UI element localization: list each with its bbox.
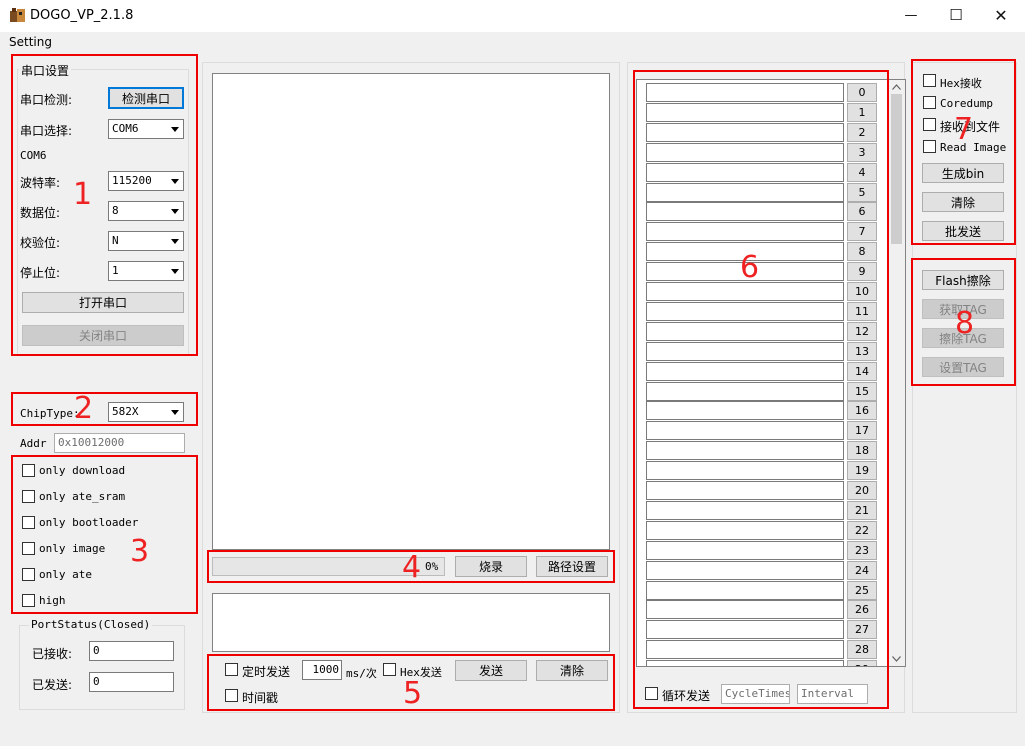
annotation-box-6 <box>633 70 889 709</box>
scroll-down-icon[interactable] <box>892 656 901 662</box>
annotation-number-6: 6 <box>740 250 760 285</box>
send-input-area[interactable] <box>212 593 610 652</box>
port-status-title: PortStatus(Closed) <box>29 618 153 631</box>
annotation-box-1 <box>11 54 198 356</box>
received-count: 0 <box>89 641 174 661</box>
annotation-number-2: 2 <box>74 391 94 426</box>
multi-send-scrollbar[interactable] <box>888 80 905 666</box>
annotation-number-8: 8 <box>955 306 975 341</box>
annotation-number-1: 1 <box>73 177 93 212</box>
annotation-number-4: 4 <box>402 550 422 585</box>
annotation-number-7: 7 <box>954 112 974 147</box>
addr-input[interactable]: 0x10012000 <box>54 433 185 453</box>
addr-label: Addr <box>20 437 47 450</box>
sent-count: 0 <box>89 672 174 692</box>
title-bar <box>0 0 1025 32</box>
maximize-icon: ☐ <box>949 6 963 24</box>
annotation-number-5: 5 <box>403 676 423 711</box>
annotation-box-3 <box>11 455 198 614</box>
scroll-up-icon[interactable] <box>892 84 901 90</box>
port-status-group <box>19 625 185 710</box>
close-icon: ✕ <box>994 5 1008 25</box>
annotation-box-7 <box>911 59 1016 245</box>
receive-log-area[interactable] <box>212 73 610 550</box>
annotation-box-2 <box>11 392 198 426</box>
sent-label: 已发送: <box>32 678 73 692</box>
annotation-number-3: 3 <box>130 534 150 569</box>
received-label: 已接收: <box>32 647 73 661</box>
menu-setting[interactable]: Setting <box>9 35 52 49</box>
scrollbar-thumb[interactable] <box>891 94 902 244</box>
app-logo-icon <box>10 8 25 22</box>
menu-bar <box>0 32 1025 52</box>
minimize-icon: — <box>904 7 918 23</box>
minimize-button[interactable]: — <box>888 0 934 30</box>
maximize-button[interactable]: ☐ <box>933 0 979 30</box>
close-button[interactable]: ✕ <box>978 0 1024 30</box>
window-title: DOGO_VP_2.1.8 <box>30 8 134 23</box>
